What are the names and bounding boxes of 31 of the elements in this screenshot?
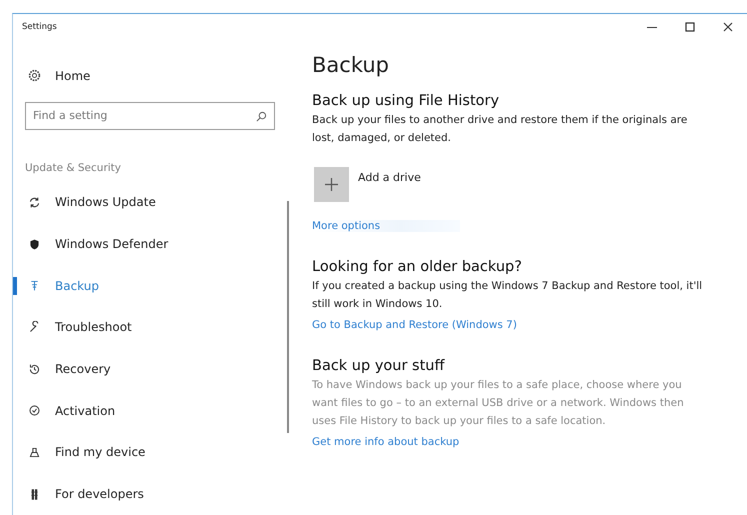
nav-item[interactable]: Recovery <box>13 348 288 390</box>
nav-item[interactable]: Backup <box>13 264 288 307</box>
search-icon <box>256 110 267 122</box>
section-label: Update & Security <box>25 162 122 174</box>
nav-item[interactable]: Windows Defender <box>13 223 288 265</box>
page-title: Backup <box>312 52 390 76</box>
sync-icon <box>28 196 41 209</box>
section-description: Back up your files to another drive and restore them if the originals are lost, damaged, or deleted. <box>312 112 688 146</box>
section-heading: Looking for an older backup? <box>312 258 523 274</box>
nav-item[interactable]: Activation <box>13 390 288 432</box>
add-drive-label: Add a drive <box>358 170 421 184</box>
check-circle-icon <box>28 404 41 418</box>
nav-item[interactable]: Find my device <box>13 432 288 474</box>
window-title: Settings <box>22 22 58 32</box>
gear-icon <box>28 69 41 82</box>
link[interactable]: More options <box>312 220 460 232</box>
link[interactable]: Get more info about backup <box>312 436 460 448</box>
history-icon <box>28 362 41 376</box>
plus-icon <box>325 178 338 190</box>
section-heading: Back up your stuff <box>312 358 446 374</box>
search-field[interactable]: Find a setting <box>25 102 275 130</box>
section-description: If you created a backup using the Windows 7 Backup and Restore tool, it'll still work in Windows 10. <box>312 278 704 312</box>
section-description: To have Windows back up your files to a safe place, choose where you want files to go – to an external USB drive or a network. Windows then uses File History to back up your files to a safe location. <box>312 378 685 428</box>
add-drive-button[interactable] <box>314 166 349 202</box>
nav-item[interactable]: Troubleshoot <box>13 306 288 348</box>
home-item[interactable]: Home <box>13 64 288 88</box>
link[interactable]: Go to Backup and Restore (Windows 7) <box>312 318 517 330</box>
nav-item[interactable]: For developers <box>13 473 288 515</box>
nav-item[interactable]: Windows Update <box>13 182 288 224</box>
shield-icon <box>28 238 41 251</box>
section-heading: Back up using File History <box>312 92 500 108</box>
